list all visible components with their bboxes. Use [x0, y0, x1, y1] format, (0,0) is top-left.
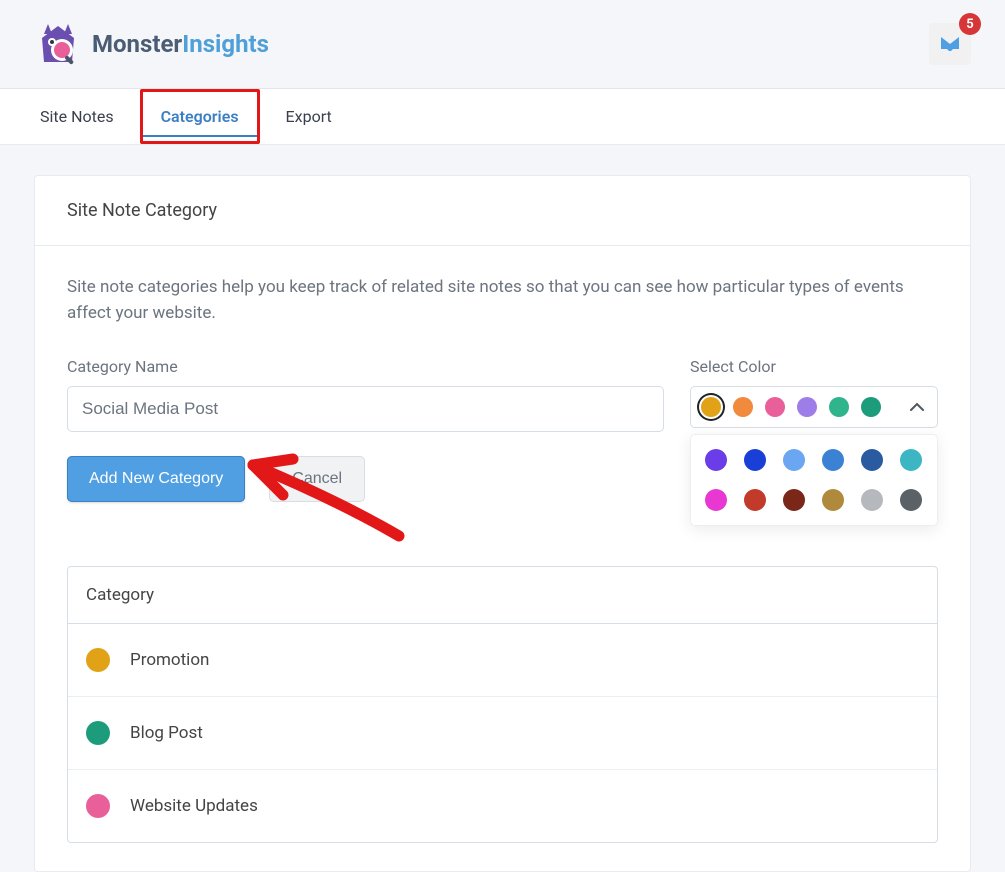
inbox-icon — [939, 35, 961, 53]
card-description: Site note categories help you keep track… — [67, 274, 938, 327]
form-left: Category Name Add New Category Cancel — [67, 357, 664, 502]
grid-swatch-purple[interactable] — [705, 449, 727, 471]
button-row: Add New Category Cancel — [67, 456, 664, 502]
color-grid — [705, 449, 923, 511]
app-header: MonsterInsights 5 — [0, 0, 1005, 89]
tab-bar: Site Notes Categories Export — [0, 89, 1005, 145]
card-body: Site note categories help you keep track… — [35, 246, 970, 871]
table-row[interactable]: Blog Post — [68, 697, 937, 770]
grid-swatch-dark-gray[interactable] — [900, 489, 922, 511]
select-color-label: Select Color — [690, 357, 938, 376]
notification-badge: 5 — [959, 13, 981, 35]
monster-logo-icon — [34, 20, 82, 68]
logo-text-light: Insights — [182, 30, 269, 58]
grid-swatch-light-gray[interactable] — [861, 489, 883, 511]
logo: MonsterInsights — [34, 20, 269, 68]
grid-swatch-light-blue[interactable] — [783, 449, 805, 471]
row-label: Promotion — [130, 650, 209, 670]
cancel-button[interactable]: Cancel — [269, 456, 365, 502]
grid-swatch-olive[interactable] — [822, 489, 844, 511]
row-color-dot — [86, 648, 110, 672]
grid-swatch-blue[interactable] — [822, 449, 844, 471]
inbox-button[interactable]: 5 — [929, 23, 971, 65]
grid-swatch-maroon[interactable] — [783, 489, 805, 511]
row-color-dot — [86, 794, 110, 818]
content-area: Site Note Category Site note categories … — [0, 145, 1005, 872]
color-row — [701, 397, 927, 417]
color-swatch-green[interactable] — [829, 397, 849, 417]
category-name-label: Category Name — [67, 357, 664, 376]
chevron-up-icon[interactable] — [907, 402, 927, 412]
form-right: Select Color — [690, 357, 938, 526]
row-color-dot — [86, 721, 110, 745]
category-name-input[interactable] — [67, 386, 664, 432]
add-category-button[interactable]: Add New Category — [67, 456, 245, 502]
card-title: Site Note Category — [67, 200, 938, 221]
grid-swatch-red[interactable] — [744, 489, 766, 511]
tab-categories[interactable]: Categories — [140, 89, 260, 144]
color-swatch-orange[interactable] — [733, 397, 753, 417]
tab-site-notes[interactable]: Site Notes — [34, 89, 120, 144]
grid-swatch-navy[interactable] — [861, 449, 883, 471]
row-label: Website Updates — [130, 796, 258, 816]
category-card: Site Note Category Site note categories … — [34, 175, 971, 872]
color-swatch-yellow[interactable] — [701, 397, 721, 417]
row-label: Blog Post — [130, 723, 203, 743]
grid-swatch-royal-blue[interactable] — [744, 449, 766, 471]
form-row: Category Name Add New Category Cancel Se… — [67, 357, 938, 526]
tab-export[interactable]: Export — [280, 89, 338, 144]
table-header: Category — [68, 567, 937, 624]
color-swatch-pink[interactable] — [765, 397, 785, 417]
color-swatch-lavender[interactable] — [797, 397, 817, 417]
color-dropdown — [690, 434, 938, 526]
logo-text: MonsterInsights — [92, 30, 269, 58]
card-header: Site Note Category — [35, 176, 970, 246]
color-swatch-teal[interactable] — [861, 397, 881, 417]
table-row[interactable]: Website Updates — [68, 770, 937, 842]
table-row[interactable]: Promotion — [68, 624, 937, 697]
logo-text-dark: Monster — [92, 30, 182, 58]
grid-swatch-magenta[interactable] — [705, 489, 727, 511]
color-picker — [690, 386, 938, 428]
grid-swatch-cyan[interactable] — [900, 449, 922, 471]
category-table: Category Promotion Blog Post Website Upd… — [67, 566, 938, 843]
